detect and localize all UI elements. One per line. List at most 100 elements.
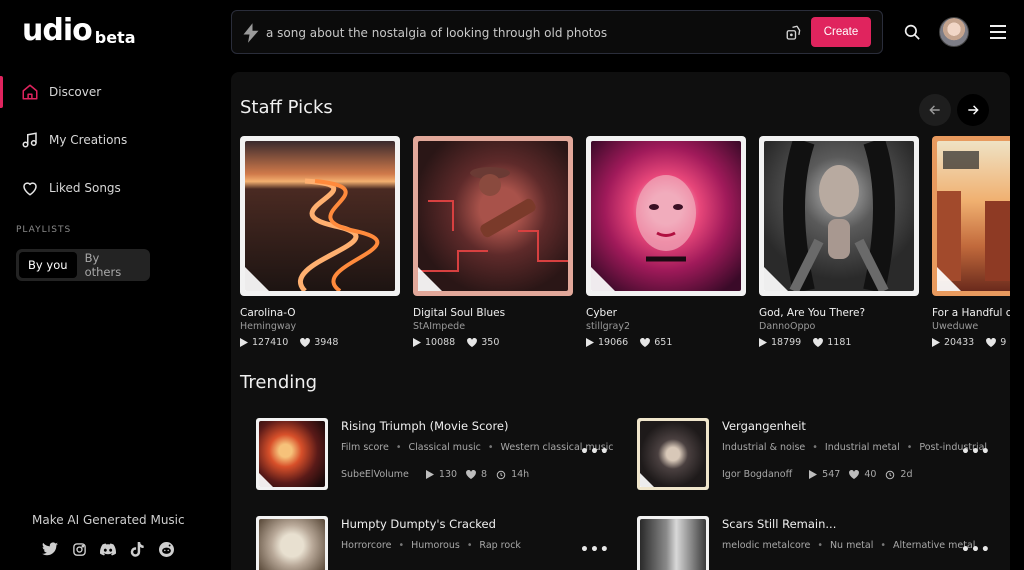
card-title[interactable]: Carolina-O: [240, 307, 400, 319]
clock-icon: [496, 470, 506, 480]
sidebar-item-label: Discover: [49, 85, 102, 99]
instagram-icon[interactable]: [71, 541, 87, 557]
play-count: 547: [822, 469, 841, 480]
search-icon[interactable]: [903, 23, 921, 41]
udio-logo[interactable]: udio beta: [22, 16, 135, 46]
trending-track-row[interactable]: Humpty Dumpty's Cracked Horrorcore • Humo…: [256, 516, 616, 570]
create-button[interactable]: Create: [811, 17, 871, 47]
heart-icon: [640, 338, 651, 347]
playlist-filter-toggle: By you By others: [16, 249, 150, 281]
track-thumbnail[interactable]: [256, 418, 328, 490]
staff-pick-card[interactable]: For a Handful c Uweduwe 20433 9: [932, 136, 1010, 348]
track-title[interactable]: Scars Still Remain...: [722, 517, 836, 531]
trending-track-row[interactable]: Rising Triumph (Movie Score) Film score •…: [256, 418, 616, 490]
card-title[interactable]: Digital Soul Blues: [413, 307, 573, 319]
play-count: 19066: [598, 337, 629, 348]
card-artist[interactable]: Uweduwe: [932, 321, 1010, 332]
carousel-prev-button[interactable]: [919, 94, 951, 126]
more-options-button[interactable]: •••: [580, 444, 610, 460]
genre-tag[interactable]: Horrorcore: [341, 540, 391, 551]
heart-icon: [20, 178, 40, 198]
logo-beta-label: beta: [94, 28, 136, 47]
staff-pick-card[interactable]: Digital Soul Blues StAImpede 10088 350: [413, 136, 573, 348]
track-title[interactable]: Vergangenheit: [722, 419, 806, 433]
like-count: 9: [1000, 337, 1007, 348]
staff-pick-card[interactable]: Carolina-O Hemingway 127410 3948: [240, 136, 400, 348]
genre-tag[interactable]: melodic metalcore: [722, 540, 810, 551]
sidebar: udio beta Discover My Creations Liked So…: [0, 0, 216, 570]
heart-icon: [813, 338, 824, 347]
like-count: 3948: [314, 337, 339, 348]
track-thumbnail[interactable]: [256, 516, 328, 570]
track-meta: Igor Bogdanoff 547 40 2d: [722, 469, 912, 480]
more-options-button[interactable]: •••: [961, 444, 991, 460]
cover-art: [413, 136, 573, 296]
staff-pick-card[interactable]: God, Are You There? DannoOppo 18799 1181: [759, 136, 919, 348]
user-avatar[interactable]: [939, 17, 969, 47]
filter-by-you[interactable]: By you: [19, 252, 77, 278]
more-options-button[interactable]: •••: [580, 542, 610, 558]
cover-art: [586, 136, 746, 296]
trending-track-row[interactable]: Vergangenheit Industrial & noise • Indust…: [637, 418, 997, 490]
tiktok-icon[interactable]: [129, 541, 145, 557]
card-artist[interactable]: StAImpede: [413, 321, 573, 332]
sidebar-item-liked-songs[interactable]: Liked Songs: [0, 168, 216, 208]
trending-track-row[interactable]: Scars Still Remain... melodic metalcore •…: [637, 516, 997, 570]
track-title[interactable]: Rising Triumph (Movie Score): [341, 419, 508, 433]
twitter-icon[interactable]: [42, 541, 58, 557]
card-title[interactable]: Cyber: [586, 307, 746, 319]
genre-tag[interactable]: Film score: [341, 442, 389, 453]
main-content: Staff Picks Carolina-O Hemingway 127410 …: [231, 72, 1010, 570]
play-count: 18799: [771, 337, 802, 348]
footer-tagline: Make AI Generated Music: [32, 513, 185, 527]
random-prompt-icon[interactable]: [785, 24, 803, 42]
play-icon: [425, 470, 434, 479]
discord-icon[interactable]: [100, 541, 116, 557]
card-artist[interactable]: Hemingway: [240, 321, 400, 332]
genre-tag[interactable]: Rap rock: [479, 540, 521, 551]
carousel-next-button[interactable]: [957, 94, 989, 126]
genre-tag[interactable]: Nu metal: [830, 540, 873, 551]
genre-tag[interactable]: Humorous: [411, 540, 460, 551]
card-stats: 20433 9: [932, 337, 1010, 348]
play-count-icon: [932, 338, 940, 347]
reddit-icon[interactable]: [158, 541, 174, 557]
track-tags: Film score • Classical music • Western cla…: [341, 442, 614, 453]
track-thumbnail[interactable]: [637, 516, 709, 570]
staff-pick-card[interactable]: Cyber stillgray2 19066 651: [586, 136, 746, 348]
play-count-icon: [759, 338, 767, 347]
track-artist[interactable]: SubeElVolume: [341, 469, 409, 480]
hamburger-menu-icon[interactable]: [990, 25, 1006, 39]
home-icon: [20, 82, 40, 102]
lightning-icon: [242, 23, 260, 43]
filter-by-others[interactable]: By others: [77, 251, 147, 279]
card-artist[interactable]: stillgray2: [586, 321, 746, 332]
music-note-icon: [20, 130, 40, 150]
card-title[interactable]: For a Handful c: [932, 307, 1010, 319]
track-thumbnail[interactable]: [637, 418, 709, 490]
play-count: 10088: [425, 337, 456, 348]
card-artist[interactable]: DannoOppo: [759, 321, 919, 332]
track-title[interactable]: Humpty Dumpty's Cracked: [341, 517, 496, 531]
sidebar-item-discover[interactable]: Discover: [0, 72, 216, 112]
play-count: 20433: [944, 337, 975, 348]
heart-icon: [466, 470, 476, 479]
card-title[interactable]: God, Are You There?: [759, 307, 919, 319]
prompt-input[interactable]: [266, 21, 746, 45]
cover-art: [932, 136, 1010, 296]
genre-tag[interactable]: Classical music: [408, 442, 480, 453]
play-count-icon: [586, 338, 594, 347]
track-meta: SubeElVolume 130 8 14h: [341, 469, 529, 480]
prompt-bar: Create: [231, 10, 883, 54]
clock-icon: [885, 470, 895, 480]
genre-tag[interactable]: Industrial & noise: [722, 442, 805, 453]
more-options-button[interactable]: •••: [961, 542, 991, 558]
play-count-icon: [413, 338, 421, 347]
play-count: 130: [438, 469, 458, 480]
track-artist[interactable]: Igor Bogdanoff: [722, 469, 792, 480]
genre-tag[interactable]: Industrial metal: [825, 442, 900, 453]
cover-art: [759, 136, 919, 296]
trending-heading: Trending: [240, 372, 318, 393]
heart-icon: [849, 470, 860, 479]
sidebar-item-my-creations[interactable]: My Creations: [0, 120, 216, 160]
